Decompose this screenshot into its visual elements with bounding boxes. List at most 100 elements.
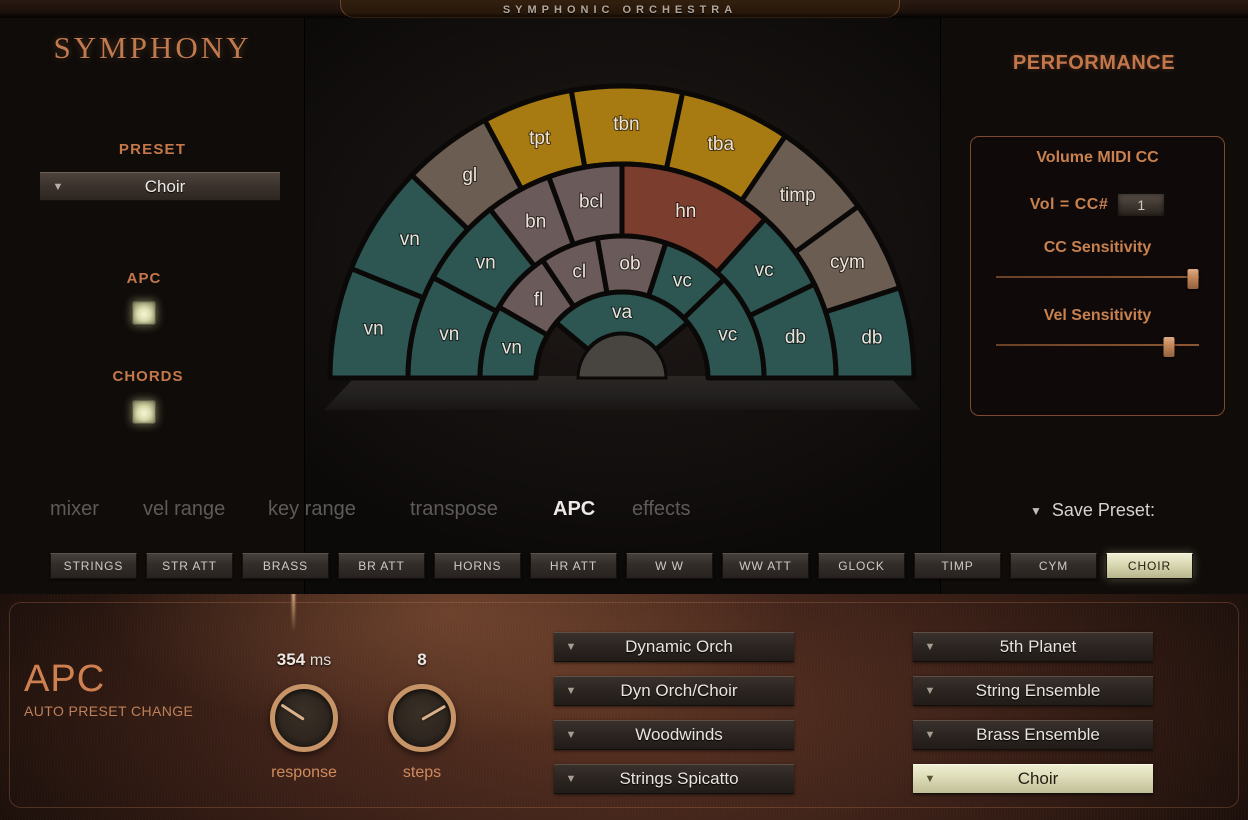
performance-title: PERFORMANCE [1012, 52, 1176, 74]
steps-knob-pointer [421, 704, 447, 721]
instrument-button-br-att[interactable]: BR ATT [338, 553, 425, 579]
tab-mixer[interactable]: mixer [50, 498, 99, 521]
orchestra-seat-label: vn [400, 229, 420, 250]
caret-down-icon: ▼ [565, 641, 577, 653]
chords-toggle-led[interactable] [132, 400, 156, 424]
apc-title: APC [24, 658, 106, 700]
instrument-button-ww-att[interactable]: WW ATT [722, 553, 809, 579]
apc-slot-dropdown[interactable]: ▼ Brass Ensemble [913, 720, 1153, 750]
orchestra-seat-label: cym [830, 252, 865, 273]
apc-slot-value: Strings Spicatto [619, 769, 739, 788]
preset-dropdown[interactable]: ▼ Choir [40, 172, 280, 201]
panel-divider-right [940, 18, 941, 594]
caret-down-icon: ▼ [565, 773, 577, 785]
page-title: SYMPHONY [53, 30, 252, 65]
orchestra-seat-label: vc [718, 324, 737, 345]
apc-slot-dropdown[interactable]: ▼ String Ensemble [913, 676, 1153, 706]
instrument-button-timp[interactable]: TIMP [914, 553, 1001, 579]
instrument-button-cym[interactable]: CYM [1010, 553, 1097, 579]
instrument-button-hr-att[interactable]: HR ATT [530, 553, 617, 579]
apc-slot-value: Dynamic Orch [625, 637, 733, 656]
volume-midi-cc-card: Volume MIDI CC Vol = CC# 1 CC Sensitivit… [970, 136, 1225, 416]
orchestra-seat-label: tbn [613, 114, 639, 135]
cc-assign-label: Vol = CC# [1029, 196, 1109, 213]
orchestra-seat-label: cl [572, 261, 586, 282]
apc-slot-dropdown[interactable]: ▼ Choir [913, 764, 1153, 794]
caret-down-icon: ▼ [565, 729, 577, 741]
tab-transpose[interactable]: transpose [410, 498, 498, 521]
vel-sensitivity-label: Vel Sensitivity [1043, 307, 1152, 324]
response-caption: response [271, 764, 337, 781]
orchestra-seat-label: vc [673, 270, 692, 291]
instrument-button-choir[interactable]: CHOIR [1106, 553, 1193, 579]
instrument-button-glock[interactable]: GLOCK [818, 553, 905, 579]
apc-slot-value: 5th Planet [999, 637, 1077, 656]
apc-slot-dropdown[interactable]: ▼ Dynamic Orch [554, 632, 794, 662]
cc-sensitivity-label: CC Sensitivity [1043, 239, 1152, 256]
cc-sensitivity-thumb[interactable] [1187, 269, 1199, 289]
response-value: 354 ms [276, 650, 332, 669]
response-knob-pointer [280, 703, 305, 721]
orchestra-seat-label: gl [462, 165, 477, 186]
apc-slot-value: String Ensemble [975, 681, 1101, 700]
orchestra-seat-label: vc [755, 260, 774, 281]
caret-down-icon: ▼ [924, 773, 936, 785]
apc-slot-dropdown[interactable]: ▼ 5th Planet [913, 632, 1153, 662]
orchestra-seat-label: db [785, 327, 806, 348]
instrument-button-row: STRINGS STR ATT BRASS BR ATT HORNS HR ATT W W W… [0, 553, 1248, 580]
orchestra-seat-label: vn [502, 338, 522, 359]
vel-sensitivity-thumb[interactable] [1163, 337, 1175, 357]
cc-sensitivity-track [996, 276, 1199, 278]
apc-slot-value: Brass Ensemble [976, 725, 1100, 744]
apc-toggle-label: APC [126, 270, 162, 287]
apc-subtitle: AUTO PRESET CHANGE [24, 703, 194, 719]
instrument-button-horns[interactable]: HORNS [434, 553, 521, 579]
save-preset-button[interactable]: ▼ Save Preset: [1030, 500, 1155, 521]
apc-slot-value: Woodwinds [635, 725, 723, 744]
cc-sensitivity-slider[interactable] [996, 269, 1199, 289]
apc-slot-dropdown[interactable]: ▼ Woodwinds [554, 720, 794, 750]
tab-apc[interactable]: APC [553, 498, 595, 521]
preset-label: PRESET [118, 141, 187, 158]
orchestra-seat-label: hn [675, 201, 696, 222]
orchestra-seat-label: vn [439, 324, 459, 345]
steps-caption: steps [402, 764, 442, 781]
cc-assign-row: Vol = CC# 1 [971, 193, 1224, 217]
tab-vel-range[interactable]: vel range [143, 498, 225, 521]
orchestra-seat-label: tba [708, 134, 735, 155]
caret-down-icon: ▼ [1030, 503, 1042, 518]
caret-down-icon: ▼ [924, 641, 936, 653]
orchestra-seat-label: ob [619, 253, 640, 274]
cc-number-field[interactable]: 1 [1117, 193, 1166, 217]
orchestra-seat-label: db [861, 327, 882, 348]
caret-down-icon: ▼ [565, 685, 577, 697]
panel-light-ray [292, 594, 295, 632]
steps-value: 8 [417, 650, 427, 669]
tab-effects[interactable]: effects [632, 498, 691, 521]
tab-bar: mixer vel range key range transpose APC effec… [0, 498, 940, 532]
orchestra-seat-label: fl [534, 289, 544, 310]
preset-value: Choir [144, 176, 186, 196]
orchestra-seat-label: va [612, 302, 633, 323]
apc-slot-dropdown[interactable]: ▼ Dyn Orch/Choir [554, 676, 794, 706]
orchestra-seat-label: vn [364, 319, 384, 340]
caret-down-icon: ▼ [52, 180, 64, 193]
instrument-button-brass[interactable]: BRASS [242, 553, 329, 579]
caret-down-icon: ▼ [924, 685, 936, 697]
save-preset-label: Save Preset: [1051, 500, 1155, 520]
steps-knob[interactable] [388, 684, 456, 752]
tab-key-range[interactable]: key range [268, 498, 356, 521]
instrument-button-strings[interactable]: STRINGS [50, 553, 137, 579]
instrument-button-str-att[interactable]: STR ATT [146, 553, 233, 579]
steps-knob-group: 8 steps [388, 650, 456, 781]
orchestra-seat-label: bcl [579, 192, 603, 213]
plugin-window: SYMPHONIC ORCHESTRA SYMPHONY PRESET ▼ Ch… [0, 0, 1248, 820]
orchestra-seat-label: bn [525, 211, 546, 232]
instrument-button-w-w[interactable]: W W [626, 553, 713, 579]
apc-toggle-led[interactable] [132, 301, 156, 325]
response-knob[interactable] [270, 684, 338, 752]
apc-slot-dropdown[interactable]: ▼ Strings Spicatto [554, 764, 794, 794]
vel-sensitivity-slider[interactable] [996, 337, 1199, 357]
caret-down-icon: ▼ [924, 729, 936, 741]
volume-midi-cc-title: Volume MIDI CC [1036, 149, 1159, 166]
